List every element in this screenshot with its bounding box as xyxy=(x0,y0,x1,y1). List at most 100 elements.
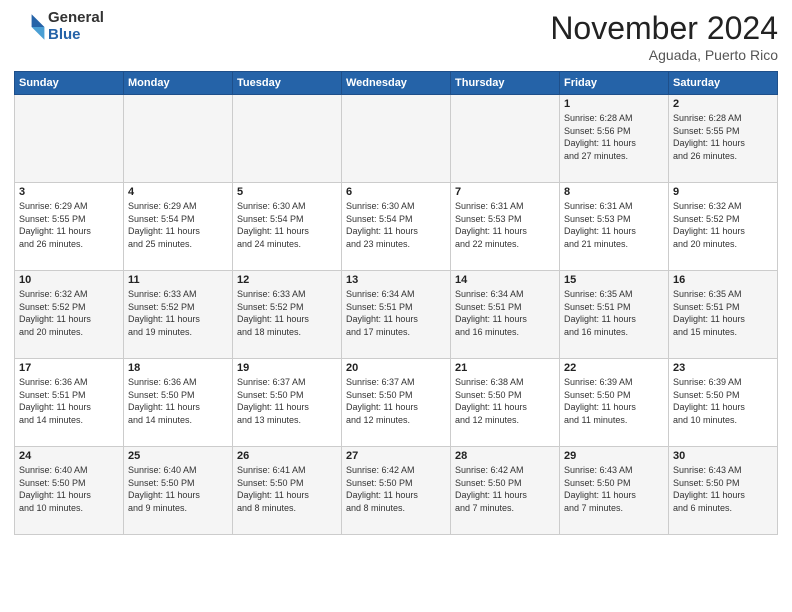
day-number: 13 xyxy=(346,274,446,286)
day-info: Sunrise: 6:37 AMSunset: 5:50 PMDaylight:… xyxy=(346,376,446,426)
day-info: Sunrise: 6:36 AMSunset: 5:51 PMDaylight:… xyxy=(19,376,119,426)
day-info: Sunrise: 6:31 AMSunset: 5:53 PMDaylight:… xyxy=(455,200,555,250)
calendar-cell-2-4: 6 Sunrise: 6:30 AMSunset: 5:54 PMDaylight… xyxy=(342,183,451,271)
calendar-body: 1Sunrise: 6:28 AMSunset: 5:56 PMDaylight… xyxy=(15,95,778,535)
day-number: 7 xyxy=(455,186,555,198)
day-number: 14 xyxy=(455,274,555,286)
title-block: November 2024 Aguada, Puerto Rico xyxy=(550,10,778,63)
calendar-cell-5-7: 30 Sunrise: 6:43 AMSunset: 5:50 PMDayligh… xyxy=(669,447,778,535)
day-number: 3 xyxy=(19,186,119,198)
page: General Blue November 2024 Aguada, Puert… xyxy=(0,0,792,612)
day-info: Sunrise: 6:40 AMSunset: 5:50 PMDaylight:… xyxy=(19,464,119,514)
header: General Blue November 2024 Aguada, Puert… xyxy=(14,10,778,63)
day-number: 25 xyxy=(128,450,228,462)
day-info: Sunrise: 6:43 AMSunset: 5:50 PMDaylight:… xyxy=(564,464,664,514)
day-info: Sunrise: 6:32 AMSunset: 5:52 PMDaylight:… xyxy=(19,288,119,338)
calendar-cell-1-2 xyxy=(124,95,233,183)
day-number: 27 xyxy=(346,450,446,462)
day-info: Sunrise: 6:41 AMSunset: 5:50 PMDaylight:… xyxy=(237,464,337,514)
weekday-header-wednesday: Wednesday xyxy=(342,72,451,95)
location: Aguada, Puerto Rico xyxy=(550,47,778,63)
calendar-header: SundayMondayTuesdayWednesdayThursdayFrid… xyxy=(15,72,778,95)
day-number: 22 xyxy=(564,362,664,374)
calendar-cell-4-2: 18Sunrise: 6:36 AMSunset: 5:50 PMDayligh… xyxy=(124,359,233,447)
calendar-cell-4-5: 21 Sunrise: 6:38 AMSunset: 5:50 PMDayligh… xyxy=(451,359,560,447)
day-info: Sunrise: 6:37 AMSunset: 5:50 PMDaylight:… xyxy=(237,376,337,426)
day-number: 26 xyxy=(237,450,337,462)
day-info: Sunrise: 6:42 AMSunset: 5:50 PMDaylight:… xyxy=(455,464,555,514)
calendar-cell-2-2: 4 Sunrise: 6:29 AMSunset: 5:54 PMDaylight… xyxy=(124,183,233,271)
day-info: Sunrise: 6:35 AMSunset: 5:51 PMDaylight:… xyxy=(564,288,664,338)
calendar-cell-2-7: 9Sunrise: 6:32 AMSunset: 5:52 PMDaylight… xyxy=(669,183,778,271)
logo-text: General Blue xyxy=(48,10,104,43)
day-number: 5 xyxy=(237,186,337,198)
calendar-cell-4-7: 23 Sunrise: 6:39 AMSunset: 5:50 PMDayligh… xyxy=(669,359,778,447)
calendar-cell-3-5: 14 Sunrise: 6:34 AMSunset: 5:51 PMDayligh… xyxy=(451,271,560,359)
day-info: Sunrise: 6:29 AMSunset: 5:54 PMDaylight:… xyxy=(128,200,228,250)
day-info: Sunrise: 6:31 AMSunset: 5:53 PMDaylight:… xyxy=(564,200,664,250)
logo-icon xyxy=(14,11,46,43)
day-info: Sunrise: 6:34 AMSunset: 5:51 PMDaylight:… xyxy=(455,288,555,338)
day-info: Sunrise: 6:39 AMSunset: 5:50 PMDaylight:… xyxy=(673,376,773,426)
calendar-cell-5-2: 25 Sunrise: 6:40 AMSunset: 5:50 PMDayligh… xyxy=(124,447,233,535)
day-number: 21 xyxy=(455,362,555,374)
weekday-header-row: SundayMondayTuesdayWednesdayThursdayFrid… xyxy=(15,72,778,95)
calendar-cell-3-4: 13 Sunrise: 6:34 AMSunset: 5:51 PMDayligh… xyxy=(342,271,451,359)
day-info: Sunrise: 6:39 AMSunset: 5:50 PMDaylight:… xyxy=(564,376,664,426)
day-number: 8 xyxy=(564,186,664,198)
calendar-cell-2-3: 5 Sunrise: 6:30 AMSunset: 5:54 PMDaylight… xyxy=(233,183,342,271)
day-info: Sunrise: 6:33 AMSunset: 5:52 PMDaylight:… xyxy=(128,288,228,338)
calendar-cell-3-7: 16Sunrise: 6:35 AMSunset: 5:51 PMDayligh… xyxy=(669,271,778,359)
calendar-cell-1-6: 1Sunrise: 6:28 AMSunset: 5:56 PMDaylight… xyxy=(560,95,669,183)
calendar-cell-1-7: 2 Sunrise: 6:28 AMSunset: 5:55 PMDaylight… xyxy=(669,95,778,183)
weekday-header-thursday: Thursday xyxy=(451,72,560,95)
day-number: 30 xyxy=(673,450,773,462)
calendar-cell-5-1: 24 Sunrise: 6:40 AMSunset: 5:50 PMDayligh… xyxy=(15,447,124,535)
calendar-cell-3-1: 10Sunrise: 6:32 AMSunset: 5:52 PMDayligh… xyxy=(15,271,124,359)
day-info: Sunrise: 6:30 AMSunset: 5:54 PMDaylight:… xyxy=(237,200,337,250)
weekday-header-saturday: Saturday xyxy=(669,72,778,95)
day-number: 17 xyxy=(19,362,119,374)
day-info: Sunrise: 6:33 AMSunset: 5:52 PMDaylight:… xyxy=(237,288,337,338)
day-number: 28 xyxy=(455,450,555,462)
calendar-cell-2-6: 8 Sunrise: 6:31 AMSunset: 5:53 PMDaylight… xyxy=(560,183,669,271)
day-info: Sunrise: 6:38 AMSunset: 5:50 PMDaylight:… xyxy=(455,376,555,426)
day-info: Sunrise: 6:43 AMSunset: 5:50 PMDaylight:… xyxy=(673,464,773,514)
calendar-cell-3-6: 15 Sunrise: 6:35 AMSunset: 5:51 PMDayligh… xyxy=(560,271,669,359)
calendar-table: SundayMondayTuesdayWednesdayThursdayFrid… xyxy=(14,71,778,535)
day-number: 23 xyxy=(673,362,773,374)
day-info: Sunrise: 6:40 AMSunset: 5:50 PMDaylight:… xyxy=(128,464,228,514)
calendar-cell-5-4: 27Sunrise: 6:42 AMSunset: 5:50 PMDayligh… xyxy=(342,447,451,535)
day-info: Sunrise: 6:28 AMSunset: 5:55 PMDaylight:… xyxy=(673,112,773,162)
day-info: Sunrise: 6:32 AMSunset: 5:52 PMDaylight:… xyxy=(673,200,773,250)
day-info: Sunrise: 6:29 AMSunset: 5:55 PMDaylight:… xyxy=(19,200,119,250)
day-number: 12 xyxy=(237,274,337,286)
day-number: 1 xyxy=(564,98,664,110)
calendar-cell-2-1: 3 Sunrise: 6:29 AMSunset: 5:55 PMDaylight… xyxy=(15,183,124,271)
calendar-cell-2-5: 7 Sunrise: 6:31 AMSunset: 5:53 PMDaylight… xyxy=(451,183,560,271)
day-number: 15 xyxy=(564,274,664,286)
calendar-cell-5-3: 26 Sunrise: 6:41 AMSunset: 5:50 PMDayligh… xyxy=(233,447,342,535)
day-info: Sunrise: 6:34 AMSunset: 5:51 PMDaylight:… xyxy=(346,288,446,338)
calendar-cell-5-6: 29 Sunrise: 6:43 AMSunset: 5:50 PMDayligh… xyxy=(560,447,669,535)
calendar-cell-5-5: 28 Sunrise: 6:42 AMSunset: 5:50 PMDayligh… xyxy=(451,447,560,535)
calendar-cell-1-1 xyxy=(15,95,124,183)
day-number: 6 xyxy=(346,186,446,198)
logo: General Blue xyxy=(14,10,104,43)
day-info: Sunrise: 6:35 AMSunset: 5:51 PMDaylight:… xyxy=(673,288,773,338)
calendar-week-2: 3 Sunrise: 6:29 AMSunset: 5:55 PMDaylight… xyxy=(15,183,778,271)
calendar-cell-1-3 xyxy=(233,95,342,183)
weekday-header-friday: Friday xyxy=(560,72,669,95)
calendar-week-5: 24 Sunrise: 6:40 AMSunset: 5:50 PMDayligh… xyxy=(15,447,778,535)
weekday-header-tuesday: Tuesday xyxy=(233,72,342,95)
day-number: 29 xyxy=(564,450,664,462)
calendar-cell-3-2: 11Sunrise: 6:33 AMSunset: 5:52 PMDayligh… xyxy=(124,271,233,359)
day-number: 2 xyxy=(673,98,773,110)
calendar-cell-3-3: 12 Sunrise: 6:33 AMSunset: 5:52 PMDayligh… xyxy=(233,271,342,359)
day-number: 4 xyxy=(128,186,228,198)
calendar-cell-4-6: 22 Sunrise: 6:39 AMSunset: 5:50 PMDayligh… xyxy=(560,359,669,447)
day-number: 20 xyxy=(346,362,446,374)
logo-blue: Blue xyxy=(48,27,104,44)
day-info: Sunrise: 6:30 AMSunset: 5:54 PMDaylight:… xyxy=(346,200,446,250)
day-number: 24 xyxy=(19,450,119,462)
